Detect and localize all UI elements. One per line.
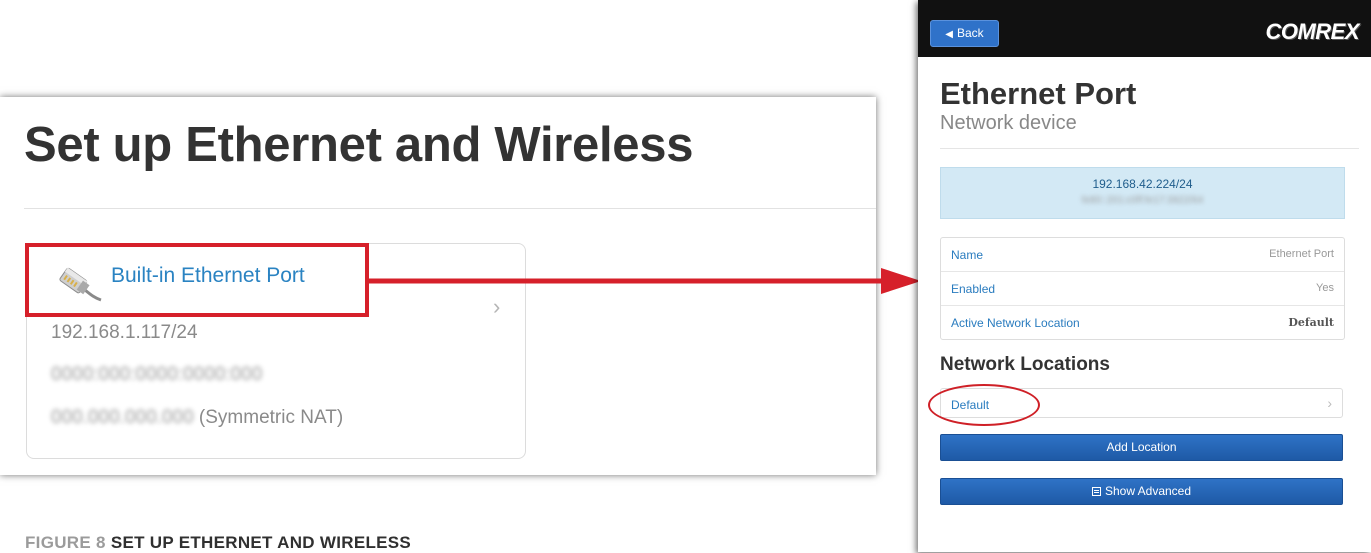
highlight-box [25, 243, 369, 317]
figure-caption: FIGURE 8 SET UP ETHERNET AND WIRELESS [25, 533, 411, 553]
blurred-address: 0000:000:0000:0000:000 [51, 364, 263, 385]
callout-arrow [369, 268, 921, 294]
property-value: Yes [1316, 282, 1334, 294]
ipv4-address: 192.168.42.224/24 [1092, 177, 1193, 191]
show-advanced-label: Show Advanced [1104, 484, 1192, 498]
location-item-default[interactable]: Default › [940, 388, 1343, 418]
nat-type: (Symmetric NAT) [198, 407, 344, 428]
ipv4-address: 192.168.1.117/24 [51, 322, 198, 343]
device-screen: ◀ Back COMREX Ethernet Port Network devic… [918, 0, 1371, 552]
divider [940, 148, 1359, 149]
chevron-left-icon: ◀ [945, 29, 953, 40]
back-button[interactable]: ◀ Back [930, 20, 999, 47]
brand-logo: COMREX [1265, 19, 1359, 44]
back-label: Back [957, 26, 984, 40]
blurred-ipv6-address: fe80::201:c0ff:fe17:3922/64 [1081, 195, 1204, 206]
add-location-button[interactable]: Add Location [940, 434, 1343, 461]
screen-title: Ethernet Port [940, 76, 1137, 111]
screen-subtitle: Network device [940, 112, 1077, 134]
property-label: Enabled [951, 282, 996, 296]
address-box: 192.168.42.224/24 fe80::201:c0ff:fe17:39… [940, 167, 1345, 219]
top-bar: ◀ Back COMREX [918, 0, 1371, 57]
property-value: Ethernet Port [1269, 248, 1334, 260]
location-label: Default [951, 398, 990, 412]
property-row-enabled[interactable]: Enabled Yes [941, 271, 1344, 305]
page-title: Set up Ethernet and Wireless [24, 118, 694, 172]
property-row-name[interactable]: Name Ethernet Port [941, 238, 1344, 271]
section-heading: Network Locations [940, 354, 1110, 375]
properties-table: Name Ethernet Port Enabled Yes Active Ne… [940, 237, 1345, 340]
property-label: Name [951, 248, 984, 262]
chevron-right-icon[interactable]: › [493, 294, 500, 320]
figure-number: FIGURE 8 [25, 533, 106, 552]
blurred-public-ip: 000.000.000.000 [51, 407, 194, 428]
property-row-active-location[interactable]: Active Network Location Default [941, 305, 1344, 339]
caption-text: SET UP ETHERNET AND WIRELESS [110, 533, 412, 552]
nat-line: 000.000.000.000 (Symmetric NAT) [51, 407, 343, 429]
chevron-right-icon: › [1327, 395, 1332, 411]
property-value: Default [1288, 316, 1334, 329]
divider [24, 208, 876, 209]
list-icon [1091, 487, 1101, 496]
show-advanced-button[interactable]: Show Advanced [940, 478, 1343, 505]
property-label: Active Network Location [951, 316, 1080, 330]
